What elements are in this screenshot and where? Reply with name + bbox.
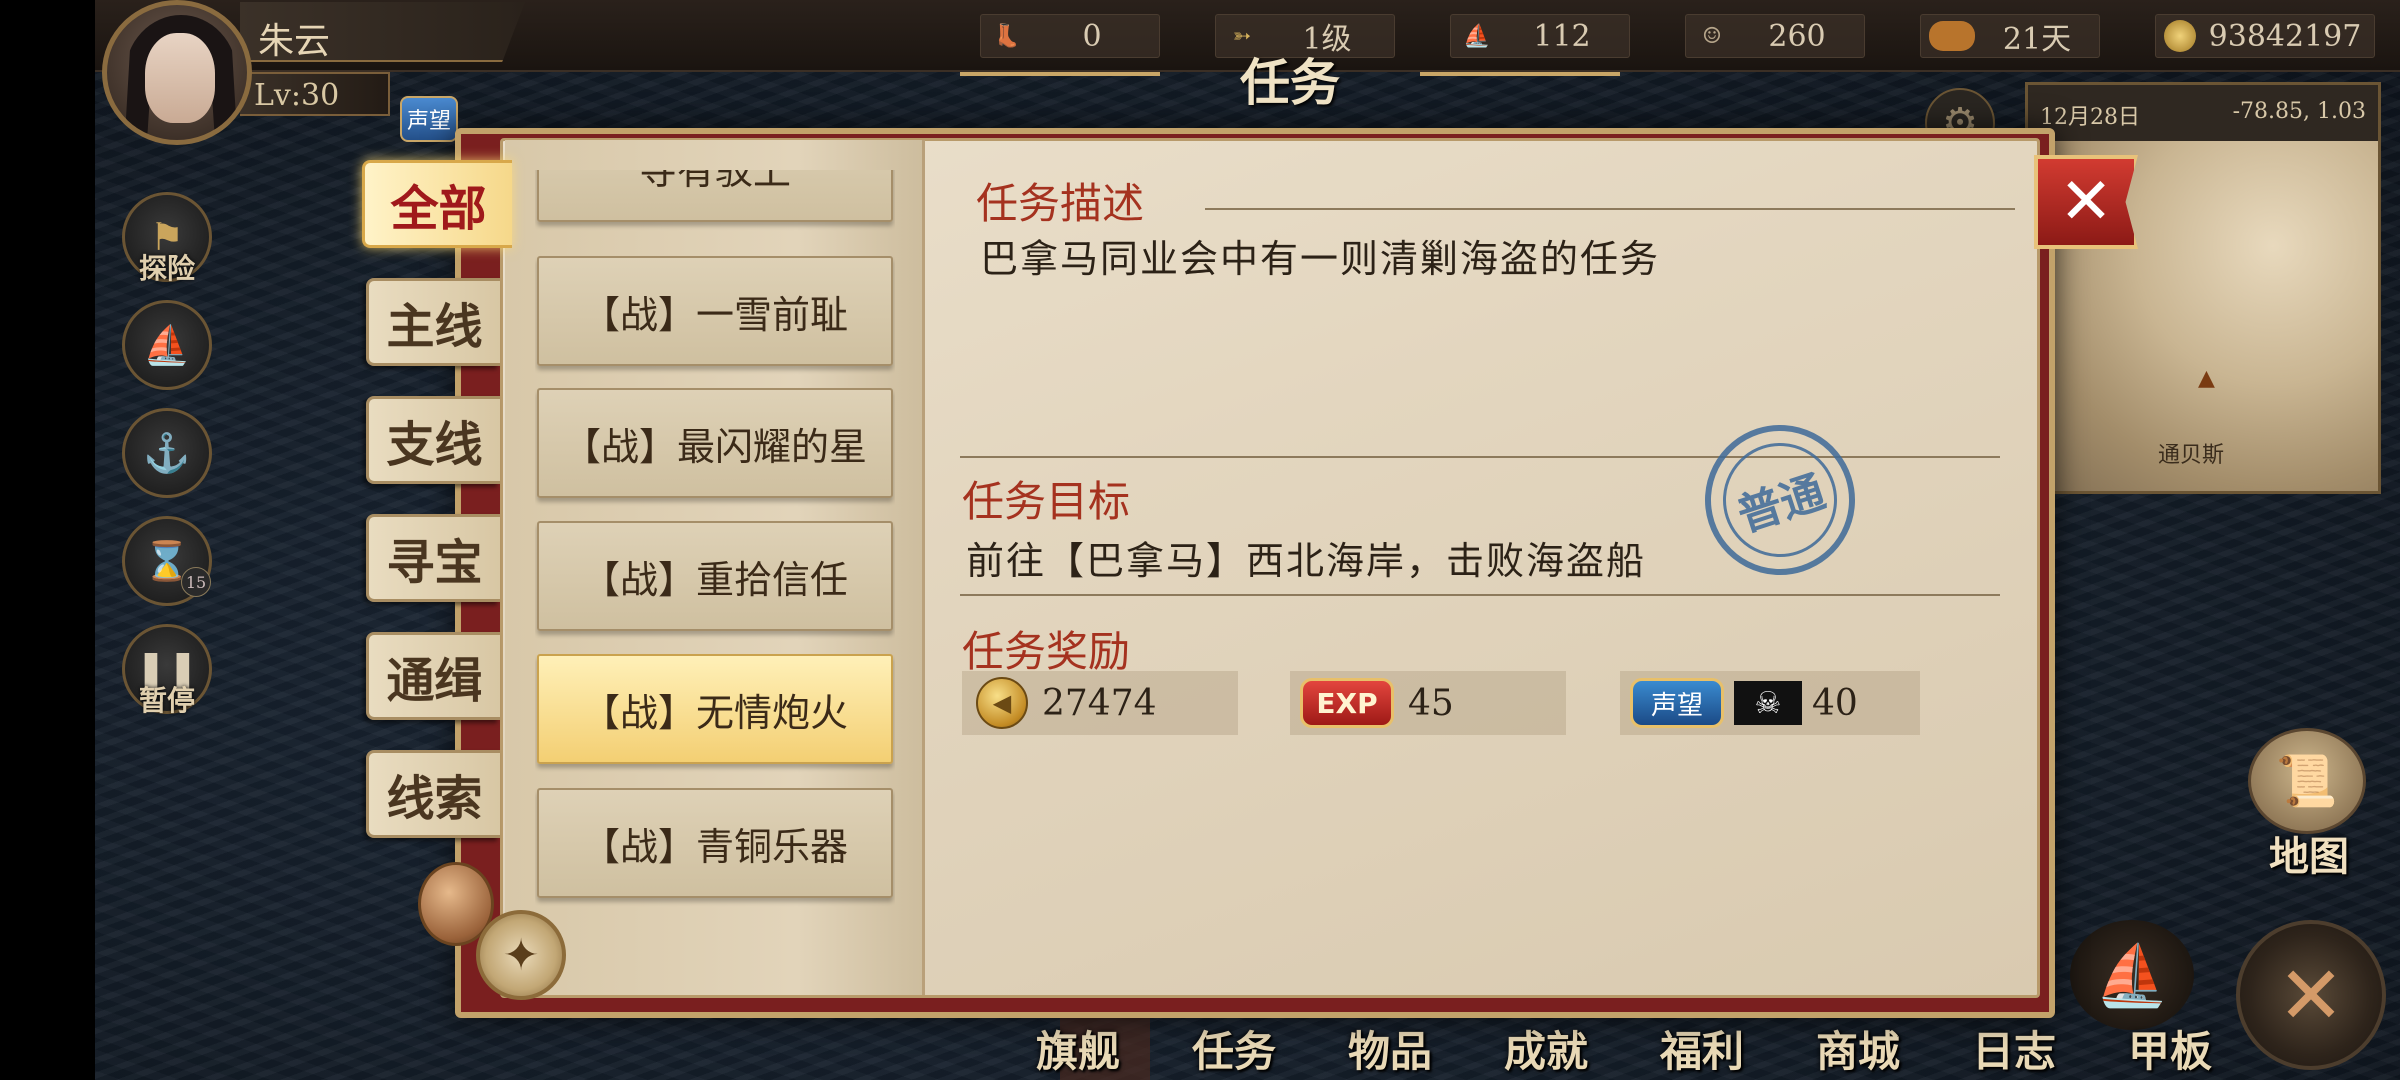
reward-title: 任务奖励 (962, 627, 1131, 676)
reward-reputation: 声望 ☠ 40 (1620, 671, 1920, 735)
reward-gold: ◀ 27474 (962, 671, 1238, 735)
description-divider (1205, 208, 2015, 210)
tab-all[interactable]: 全部 (362, 160, 512, 248)
flagship-icon[interactable]: ⛵ (2070, 920, 2194, 1030)
explore-button[interactable]: ⚑ 探险 (122, 192, 212, 285)
player-name: 朱云 (240, 2, 525, 62)
minimap-town: 通贝斯 (2158, 443, 2225, 468)
quest-item[interactable]: 【战】一雪前耻 (537, 256, 893, 366)
reward-reputation-value: 40 (1812, 682, 1858, 724)
minimap[interactable]: 12月28日 -78.85, 1.03 ▲ 通贝斯 (2025, 82, 2381, 494)
quest-item[interactable]: 【战】青铜乐器 (537, 788, 893, 898)
tab-wanted[interactable]: 通缉 (366, 632, 500, 720)
goal-text: 前往【巴拿马】西北海岸，击败海盗船 (966, 539, 1647, 583)
reward-exp: EXP 45 (1290, 671, 1566, 735)
gold-coin-icon (2164, 20, 2196, 52)
quest-item-selected[interactable]: 【战】无情炮火 (537, 654, 893, 764)
reward-gold-value: 27474 (1042, 682, 1157, 724)
pause-label: 暂停 (138, 684, 195, 717)
resource-ships[interactable]: ⛵ 112 (1450, 14, 1630, 58)
quest-item[interactable]: 【战】重拾信任 (537, 521, 893, 631)
gold-coin-icon: ◀ (976, 677, 1028, 729)
menu-quests[interactable]: 任务 (1156, 1018, 1312, 1076)
bread-icon (1929, 21, 1975, 51)
section-divider (960, 594, 2000, 596)
minimap-coords: -78.85, 1.03 (2232, 99, 2366, 124)
sail-compass-icon[interactable]: ✕ (2236, 920, 2386, 1070)
anchor-button[interactable]: ⚓ (122, 408, 212, 498)
menu-achievements[interactable]: 成就 (1468, 1018, 1624, 1076)
menu-shop[interactable]: 商城 (1780, 1018, 1936, 1076)
explore-label: 探险 (138, 252, 195, 285)
minimap-header: 12月28日 -78.85, 1.03 (2028, 85, 2378, 141)
resource-value: 21天 (2002, 22, 2072, 57)
avatar-face (145, 33, 215, 123)
resource-sailors[interactable]: ☺ 260 (1685, 14, 1865, 58)
reputation-chip[interactable]: 声望 (400, 96, 458, 142)
close-icon: ✕ (2059, 165, 2113, 239)
time-button[interactable]: ⌛ 15 (122, 516, 212, 606)
quest-list[interactable]: 寺有驳上 【战】一雪前耻 【战】最闪耀的星 【战】重拾信任 【战】无情炮火 【战… (535, 170, 895, 910)
fleet-button[interactable]: ⛵ (122, 300, 212, 390)
quest-item[interactable]: 【战】最闪耀的星 (537, 388, 893, 498)
map-label: 地图 (2269, 833, 2349, 880)
resource-gold[interactable]: 93842197 (2155, 14, 2375, 58)
description-title: 任务描述 (976, 179, 1145, 228)
reward-exp-value: 45 (1408, 682, 1454, 724)
tab-clues[interactable]: 线索 (366, 750, 500, 838)
title-ornament-left (960, 72, 1160, 76)
resource-value: 0 (1082, 18, 1102, 54)
close-button[interactable]: ✕ (2034, 155, 2138, 249)
map-button[interactable]: 📜 地图 (2248, 728, 2370, 880)
menu-items[interactable]: 物品 (1312, 1018, 1468, 1076)
menu-log[interactable]: 日志 (1936, 1018, 2092, 1076)
tab-treasure[interactable]: 寻宝 (366, 514, 500, 602)
menu-flagship[interactable]: 旗舰 (1000, 1018, 1156, 1076)
resource-boot[interactable]: 👢 0 (980, 14, 1160, 58)
boot-icon: 👢 (993, 23, 1021, 49)
compass-icon: ✦ (476, 910, 566, 1000)
time-badge: 15 (181, 567, 211, 597)
bottom-menu: 旗舰 任务 物品 成就 福利 商城 日志 甲板 (1000, 1018, 2248, 1076)
panel-title: 任务 (1240, 53, 1340, 112)
resource-value: 93842197 (2208, 18, 2362, 54)
avatar[interactable] (102, 0, 252, 145)
menu-welfare[interactable]: 福利 (1624, 1018, 1780, 1076)
resource-value: 112 (1533, 18, 1591, 54)
tab-side[interactable]: 支线 (366, 396, 500, 484)
player-ship-marker-icon: ▲ (2198, 366, 2215, 391)
resource-value: 260 (1768, 18, 1826, 54)
title-ornament-right (1420, 72, 1620, 76)
sailor-icon: ☺ (1702, 23, 1722, 49)
reputation-icon: 声望 (1630, 678, 1724, 728)
menu-deck[interactable]: 甲板 (2092, 1018, 2248, 1076)
anchor-icon: ⚓ (143, 430, 191, 475)
tab-main[interactable]: 主线 (366, 278, 500, 366)
ship-icon: ⛵ (143, 322, 191, 367)
scroll-icon: 📜 (2248, 728, 2366, 834)
pause-button[interactable]: ❚❚ 暂停 (122, 624, 212, 717)
minimap-date: 12月28日 (2040, 105, 2140, 130)
red-ship-icon: ⛵ (1463, 23, 1491, 49)
section-divider (960, 456, 2000, 458)
resource-food[interactable]: 21天 (1920, 14, 2100, 58)
exp-icon: EXP (1300, 678, 1394, 728)
pirate-flag-icon: ☠ (1734, 681, 1802, 725)
player-level: Lv:30 (240, 72, 390, 116)
description-text: 巴拿马同业会中有一则清剿海盗的任务 (980, 237, 1661, 281)
goal-title: 任务目标 (962, 477, 1131, 526)
quest-item[interactable]: 寺有驳上 (537, 170, 893, 222)
